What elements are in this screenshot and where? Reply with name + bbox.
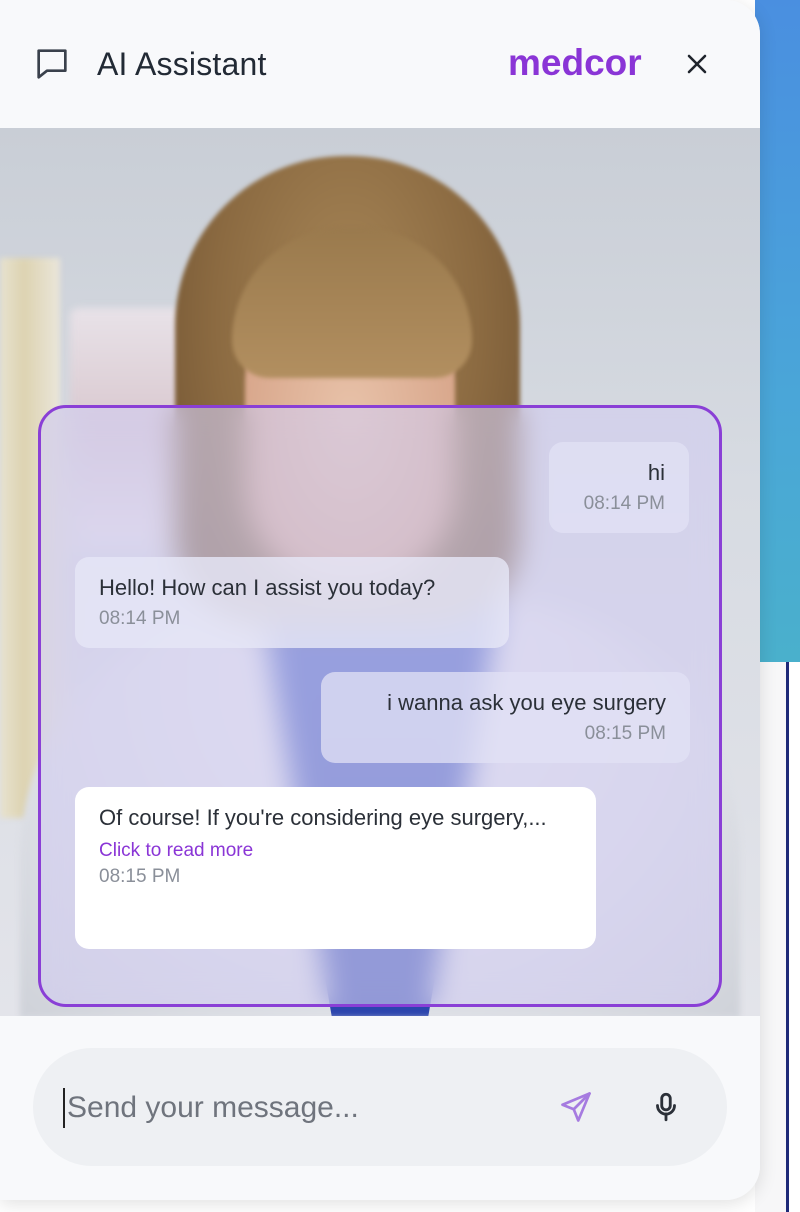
message-time: 08:14 PM <box>583 493 665 514</box>
message-text: i wanna ask you eye surgery <box>387 690 666 715</box>
user-message: i wanna ask you eye surgery 08:15 PM <box>321 672 690 763</box>
send-icon[interactable] <box>558 1089 594 1125</box>
widget-title: AI Assistant <box>97 46 267 82</box>
user-message: hi 08:14 PM <box>549 442 689 533</box>
page-backdrop <box>755 0 800 662</box>
read-more-link[interactable]: Click to read more <box>99 840 572 862</box>
message-time: 08:15 PM <box>584 723 666 744</box>
message-time: 08:14 PM <box>99 608 181 629</box>
composer-area <box>0 1016 760 1200</box>
message-panel[interactable]: hi 08:14 PM Hello! How can I assist you … <box>38 405 722 1007</box>
microphone-icon[interactable] <box>649 1089 683 1125</box>
message-time: 08:15 PM <box>99 866 181 887</box>
close-icon <box>687 54 707 74</box>
chat-widget: AI Assistant medcor hi 08:14 PM Hello! H… <box>0 0 760 1200</box>
message-text: hi <box>647 460 665 485</box>
message-text: Hello! How can I assist you today? <box>99 575 436 600</box>
assistant-message: Of course! If you're considering eye sur… <box>75 787 596 949</box>
chat-bubble-icon <box>37 49 67 79</box>
message-input[interactable] <box>63 1088 533 1128</box>
widget-header: AI Assistant medcor <box>0 0 760 128</box>
page-backdrop-edge <box>786 662 789 1212</box>
assistant-message: Hello! How can I assist you today? 08:14… <box>75 557 509 648</box>
composer-bar <box>33 1048 727 1166</box>
brand-logo: medcor <box>508 42 642 83</box>
close-button[interactable] <box>678 45 716 83</box>
message-text: Of course! If you're considering eye sur… <box>99 805 547 830</box>
